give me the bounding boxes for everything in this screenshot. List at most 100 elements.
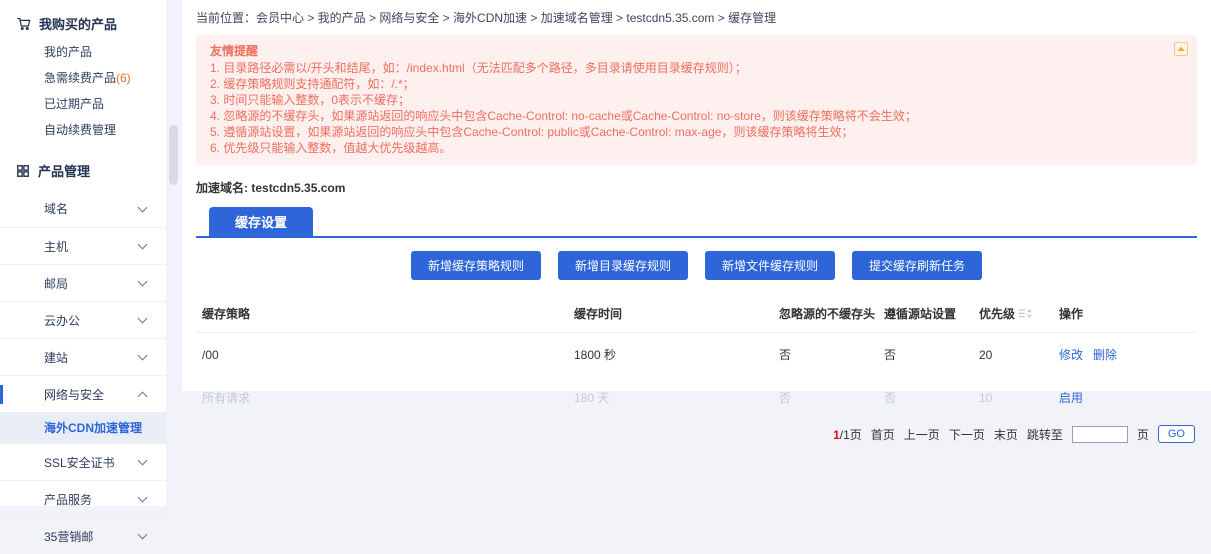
pagination: 1/1页 首页 上一页 下一页 末页 跳转至 页 GO <box>182 425 1195 443</box>
grid-icon <box>16 164 30 178</box>
notice-collapse-icon[interactable] <box>1174 42 1188 56</box>
cell-cache-time: 180 天 <box>574 389 779 406</box>
cell-cache-policy: /00 <box>202 348 574 362</box>
sidebar-item-expired-products[interactable]: 已过期产品 <box>0 91 166 117</box>
cell-follow-origin: 否 <box>884 389 979 406</box>
delete-link[interactable]: 删除 <box>1093 346 1117 363</box>
notice-line: 5. 遵循源站设置，如果源站返回的响应头中包含Cache-Control: pu… <box>210 124 1167 140</box>
chevron-down-icon <box>138 202 148 212</box>
menu-label: 主机 <box>44 238 68 255</box>
menu-label: 邮局 <box>44 275 68 292</box>
cell-operations: 修改 删除 <box>1059 346 1197 363</box>
submit-cache-refresh-task-button[interactable]: 提交缓存刷新任务 <box>852 251 982 280</box>
sidebar-menu-hosting[interactable]: 主机 <box>0 227 166 264</box>
tab-bar: 缓存设置 <box>196 207 1197 238</box>
chevron-down-icon <box>138 456 148 466</box>
header-ignore-origin-nocache: 忽略源的不缓存头 <box>779 305 884 322</box>
sidebar-submenu-overseas-cdn[interactable]: 海外CDN加速管理 <box>0 412 166 443</box>
chevron-down-icon <box>138 351 148 361</box>
sidebar-group-product-mgmt[interactable]: 产品管理 <box>0 143 166 186</box>
sidebar-item-my-products[interactable]: 我的产品 <box>0 39 166 65</box>
chevron-down-icon <box>138 240 148 250</box>
header-priority-label: 优先级 <box>979 305 1015 322</box>
notice-line: 3. 时间只能输入整数，0表示不缓存； <box>210 92 1167 108</box>
tab-cache-settings[interactable]: 缓存设置 <box>209 207 313 236</box>
add-file-cache-rule-button[interactable]: 新增文件缓存规则 <box>705 251 835 280</box>
page-indicator: 1/1页 <box>833 426 862 443</box>
next-page-link[interactable]: 下一页 <box>949 426 985 443</box>
add-cache-policy-rule-button[interactable]: 新增缓存策略规则 <box>411 251 541 280</box>
cell-cache-policy: 所有请求 <box>202 389 574 406</box>
chevron-down-icon <box>138 277 148 287</box>
menu-label: 域名 <box>44 200 68 217</box>
cell-ignore-origin: 否 <box>779 346 884 363</box>
chevron-up-icon <box>138 391 148 401</box>
page-unit-label: 页 <box>1137 426 1149 443</box>
sidebar-group-purchased[interactable]: 我购买的产品 <box>0 0 166 39</box>
menu-label: SSL安全证书 <box>44 454 115 471</box>
header-follow-origin: 遵循源站设置 <box>884 305 979 322</box>
cell-follow-origin: 否 <box>884 346 979 363</box>
prev-page-link[interactable]: 上一页 <box>904 426 940 443</box>
cell-priority: 20 <box>979 348 1059 362</box>
sidebar-menu-site-builder[interactable]: 建站 <box>0 338 166 375</box>
sidebar-menu-mail[interactable]: 邮局 <box>0 264 166 301</box>
current-page: 1 <box>833 428 840 442</box>
add-directory-cache-rule-button[interactable]: 新增目录缓存规则 <box>558 251 688 280</box>
last-page-link[interactable]: 末页 <box>994 426 1018 443</box>
sidebar-group-title: 产品管理 <box>38 161 90 180</box>
menu-label: 建站 <box>44 349 68 366</box>
notice-line: 6. 优先级只能输入整数，值越大优先级越高。 <box>210 140 1167 156</box>
modify-link[interactable]: 修改 <box>1059 346 1083 363</box>
header-priority: 优先级 <box>979 305 1059 322</box>
cell-operations: 启用 <box>1059 389 1197 406</box>
domain-label: 加速域名: <box>196 181 248 195</box>
table-header-row: 缓存策略 缓存时间 忽略源的不缓存头 遵循源站设置 优先级 操作 <box>196 297 1197 333</box>
main-panel: 当前位置：会员中心 > 我的产品 > 网络与安全 > 海外CDN加速 > 加速域… <box>182 0 1211 391</box>
sidebar-scrollbar-thumb[interactable] <box>169 125 178 185</box>
sidebar-item-renewal-products[interactable]: 急需续费产品(6) <box>0 65 166 91</box>
chevron-down-icon <box>138 314 148 324</box>
sidebar-menu-domain[interactable]: 域名 <box>0 190 166 227</box>
cell-cache-time: 1800 秒 <box>574 346 779 363</box>
domain-value: testcdn5.35.com <box>251 181 345 195</box>
accelerated-domain: 加速域名: testcdn5.35.com <box>196 179 1211 196</box>
table-row: 所有请求 180 天 否 否 10 启用 <box>196 376 1197 419</box>
notice-title: 友情提醒 <box>210 43 1167 59</box>
notice-box: 友情提醒 1. 目录路径必需以/开头和结尾，如：/index.html（无法匹配… <box>196 35 1197 165</box>
enable-link[interactable]: 启用 <box>1059 389 1083 406</box>
menu-label: 35营销邮 <box>44 528 93 545</box>
notice-line: 1. 目录路径必需以/开头和结尾，如：/index.html（无法匹配多个路径，… <box>210 60 1167 76</box>
chevron-down-icon <box>138 530 148 540</box>
notice-line: 2. 缓存策略规则支持通配符，如：/.*； <box>210 76 1167 92</box>
chevron-down-icon <box>138 493 148 503</box>
menu-label: 网络与安全 <box>44 386 104 403</box>
sidebar-group-title: 我购买的产品 <box>39 14 117 33</box>
cell-priority: 10 <box>979 391 1059 405</box>
sidebar-menu-product-service[interactable]: 产品服务 <box>0 480 166 517</box>
table-row: /00 1800 秒 否 否 20 修改 删除 <box>196 333 1197 376</box>
cache-rules-table: 缓存策略 缓存时间 忽略源的不缓存头 遵循源站设置 优先级 操作 /00 180… <box>196 297 1197 419</box>
sidebar-item-auto-renewal[interactable]: 自动续费管理 <box>0 117 166 143</box>
sidebar-menu-35-marketing-mail[interactable]: 35营销邮 <box>0 517 166 554</box>
header-cache-policy: 缓存策略 <box>202 305 574 322</box>
sort-icon[interactable] <box>1019 308 1033 319</box>
jump-page-input[interactable] <box>1072 426 1128 443</box>
first-page-link[interactable]: 首页 <box>871 426 895 443</box>
breadcrumb: 当前位置：会员中心 > 我的产品 > 网络与安全 > 海外CDN加速 > 加速域… <box>182 0 1211 26</box>
sidebar-menu-cloud-office[interactable]: 云办公 <box>0 301 166 338</box>
menu-label: 产品服务 <box>44 491 92 508</box>
notice-line: 4. 忽略源的不缓存头，如果源站返回的响应头中包含Cache-Control: … <box>210 108 1167 124</box>
action-buttons: 新增缓存策略规则 新增目录缓存规则 新增文件缓存规则 提交缓存刷新任务 <box>182 251 1211 280</box>
sidebar-menu-network-security[interactable]: 网络与安全 <box>0 375 166 412</box>
renewal-count-badge: (6) <box>116 71 131 85</box>
sidebar-item-label: 急需续费产品 <box>44 71 116 85</box>
menu-label: 云办公 <box>44 312 80 329</box>
go-button[interactable]: GO <box>1158 425 1195 443</box>
sidebar-menu-ssl-cert[interactable]: SSL安全证书 <box>0 443 166 480</box>
cell-ignore-origin: 否 <box>779 389 884 406</box>
sidebar: 我购买的产品 我的产品 急需续费产品(6) 已过期产品 自动续费管理 产品管理 … <box>0 0 166 506</box>
header-cache-time: 缓存时间 <box>574 305 779 322</box>
cart-icon <box>16 16 31 31</box>
total-pages: /1页 <box>840 428 862 442</box>
